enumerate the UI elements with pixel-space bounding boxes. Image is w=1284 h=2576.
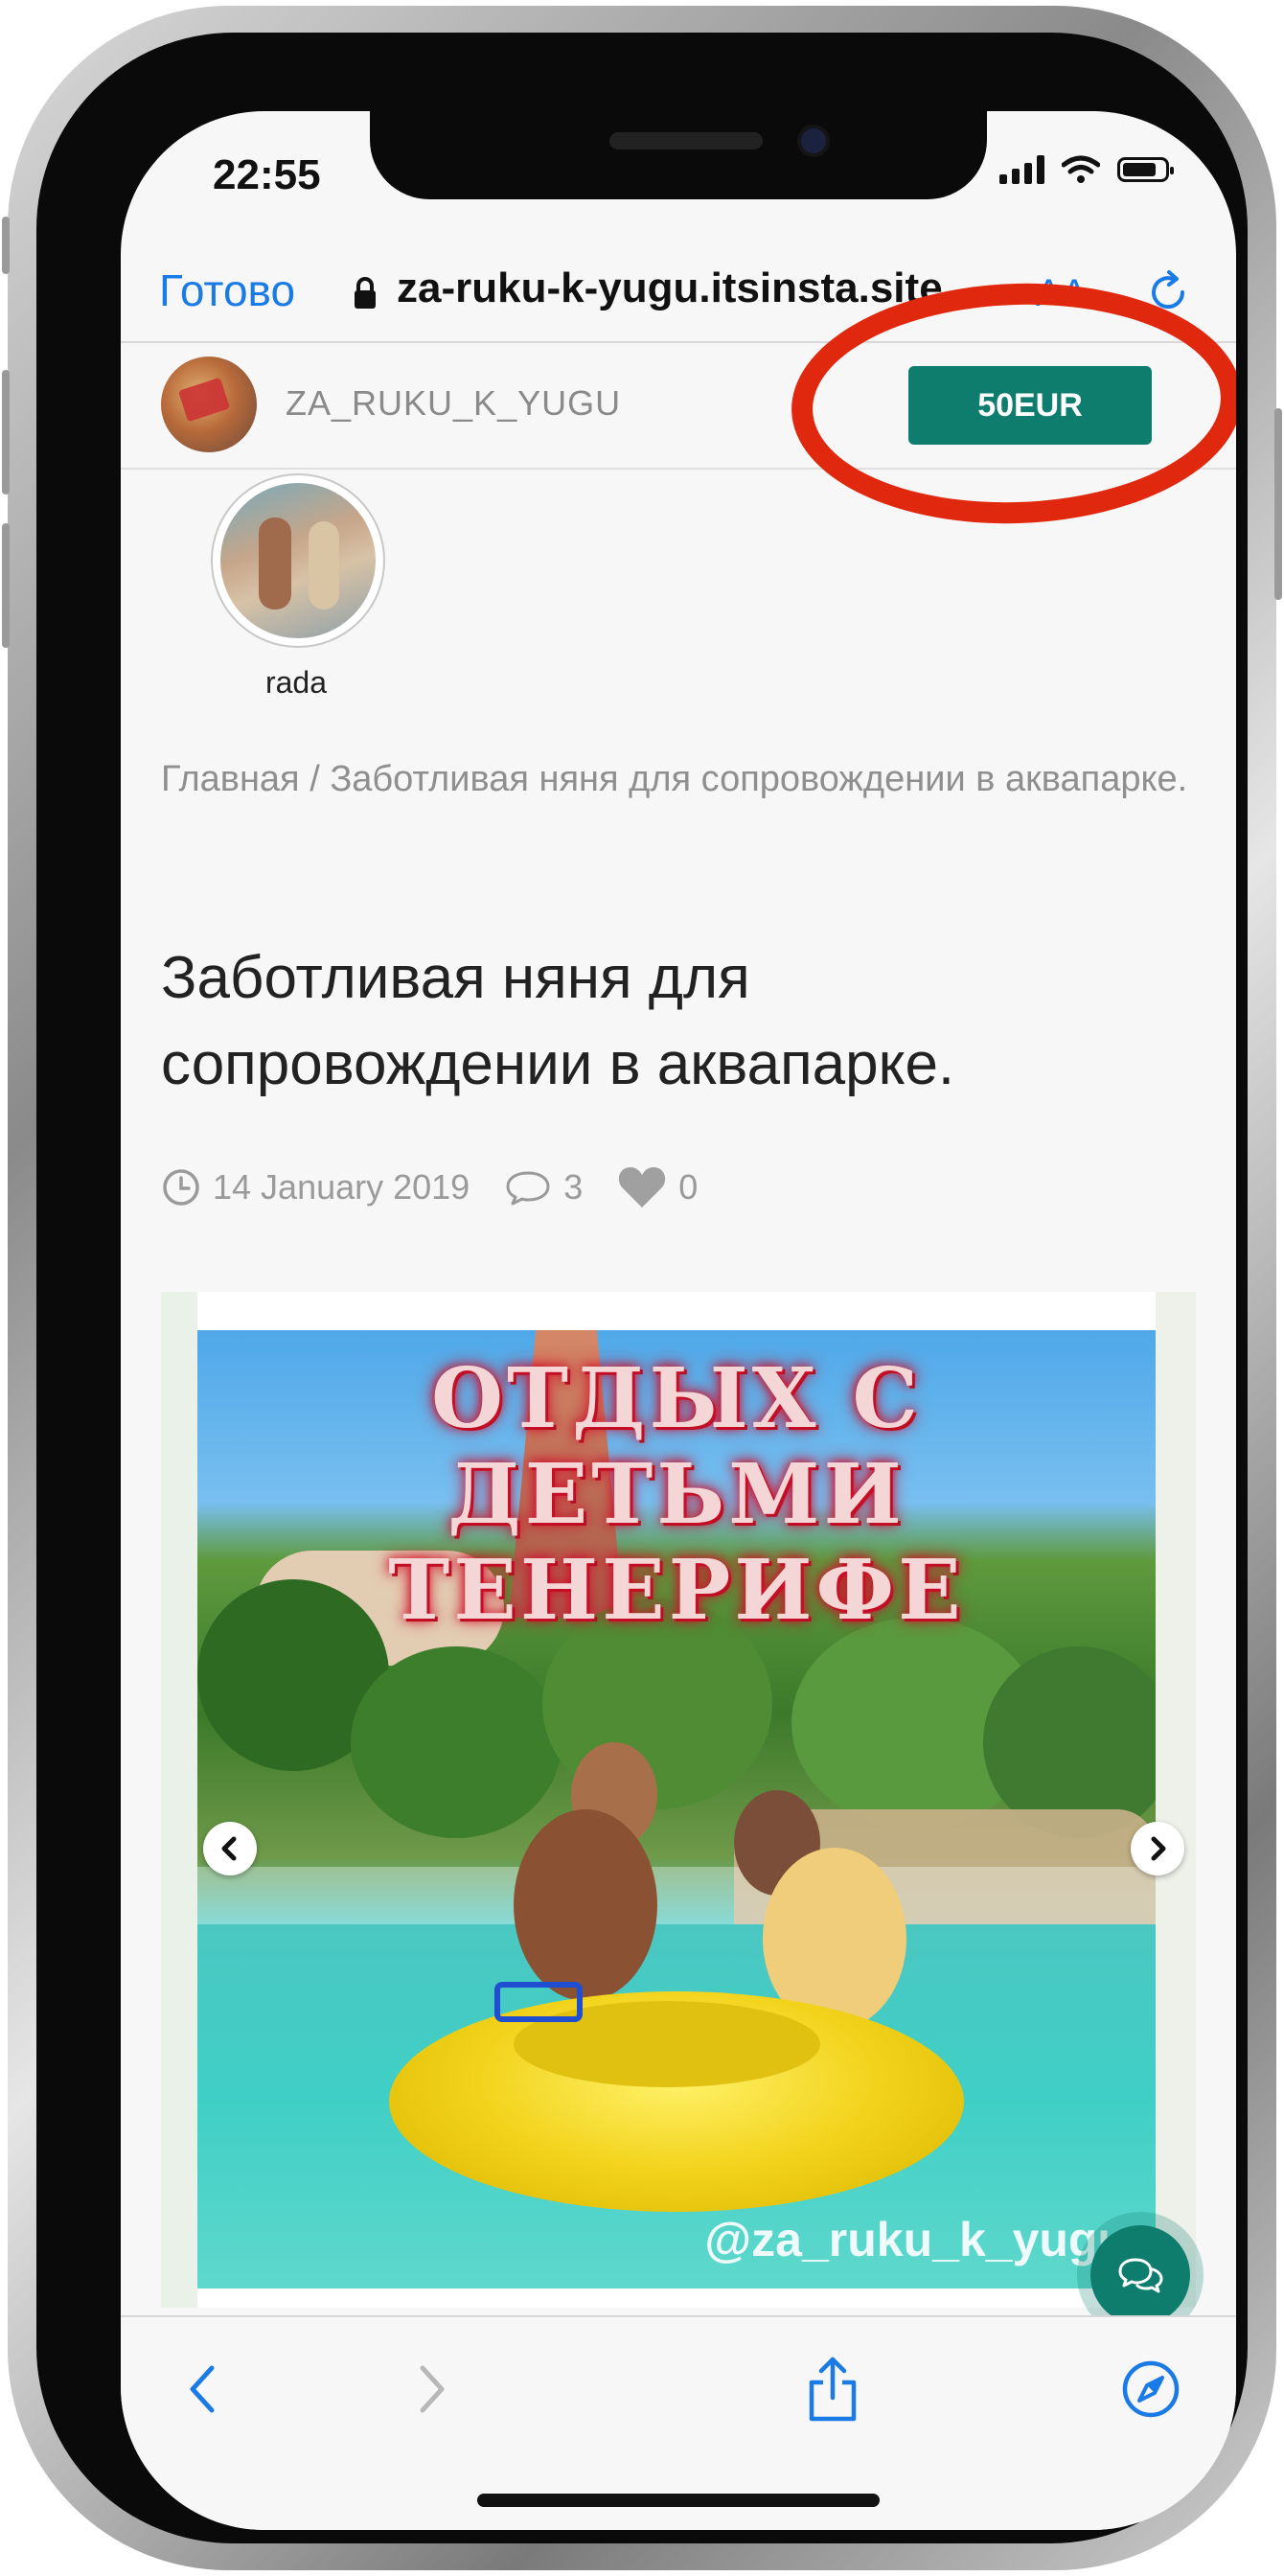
speaker [609,132,763,150]
screen: 22:55 Готово za-ruku-k-yugu.itsinsta.sit… [121,111,1236,2530]
story-label[interactable]: rada [211,665,381,701]
water-foam [197,1867,1156,1924]
home-indicator[interactable] [477,2494,880,2507]
post-meta: 14 January 2019 3 0 [161,1165,732,1209]
post-comments[interactable]: 3 [504,1167,583,1208]
status-time: 22:55 [213,151,321,198]
silent-switch [2,217,10,274]
child-figure [514,1809,657,2001]
breadcrumb-separator: / [299,759,331,799]
chat-icon [1118,2258,1163,2293]
battery-icon [1117,157,1174,182]
post-likes[interactable]: 0 [617,1165,698,1209]
like-count: 0 [678,1167,699,1207]
post-date: 14 January 2019 [161,1167,470,1208]
forward-button[interactable] [399,2356,466,2423]
site-name[interactable]: ZA_RUKU_K_YUGU [286,383,621,424]
forward-icon [420,2365,445,2413]
share-icon [809,2357,857,2422]
breadcrumb: Главная / Заботливая няня для сопровожде… [161,753,1196,805]
slide-headline-line1: ОТДЫХ С ДЕТЬМИ [431,1350,922,1543]
avatar[interactable] [161,356,257,452]
bookmarks-button[interactable] [1117,2356,1184,2423]
previous-slide-peek [161,1292,197,2308]
back-button[interactable] [169,2356,236,2423]
image-slider[interactable]: ОТДЫХ С ДЕТЬМИ ТЕНЕРИФЕ @za_ruku_k_yugu [161,1292,1196,2308]
done-button[interactable]: Готово [159,264,295,316]
clock-icon [163,1169,199,1206]
signal-icon [999,155,1044,184]
lock-icon [355,277,376,309]
volume-up-button [2,370,10,494]
story-image [220,483,376,638]
slide-watermark: @za_ruku_k_yugu [704,2213,1127,2266]
url-field[interactable]: za-ruku-k-yugu.itsinsta.site [397,264,943,312]
camera [801,128,826,153]
wifi-icon [1062,155,1100,183]
share-button[interactable] [799,2356,866,2423]
compass-icon [1122,2360,1180,2418]
power-button [1274,408,1282,600]
palm-tree [351,1646,562,1838]
status-icons [999,155,1174,184]
notch [370,111,987,199]
slide-image: ОТДЫХ С ДЕТЬМИ ТЕНЕРИФЕ @za_ruku_k_yugu [197,1330,1156,2288]
breadcrumb-home-link[interactable]: Главная [161,759,300,799]
phone-bezel: 22:55 Готово za-ruku-k-yugu.itsinsta.sit… [36,33,1248,2543]
back-icon [190,2365,215,2413]
comment-count: 3 [563,1167,584,1207]
phone-frame: 22:55 Готово za-ruku-k-yugu.itsinsta.sit… [2,6,1282,2570]
next-slide-peek [1156,1292,1196,2308]
chevron-left-icon [221,1836,237,1861]
volume-down-button [2,523,10,648]
breadcrumb-current: Заботливая няня для сопровождении в аква… [330,759,1188,799]
inflatable-ring-handle [494,1982,583,2022]
story-avatar[interactable] [211,473,385,648]
chat-button[interactable] [1090,2225,1190,2325]
slider-next-button[interactable] [1131,1822,1184,1875]
page-title: Заботливая няня для сопровождении в аква… [161,945,955,1097]
chevron-right-icon [1151,1836,1166,1861]
slide-headline: ОТДЫХ С ДЕТЬМИ ТЕНЕРИФЕ [197,1351,1156,1639]
comment-icon [506,1171,550,1206]
heart-icon [619,1167,666,1208]
slide-headline-line2: ТЕНЕРИФЕ [388,1542,965,1639]
post-date-text: 14 January 2019 [213,1167,470,1207]
slider-prev-button[interactable] [203,1822,257,1875]
